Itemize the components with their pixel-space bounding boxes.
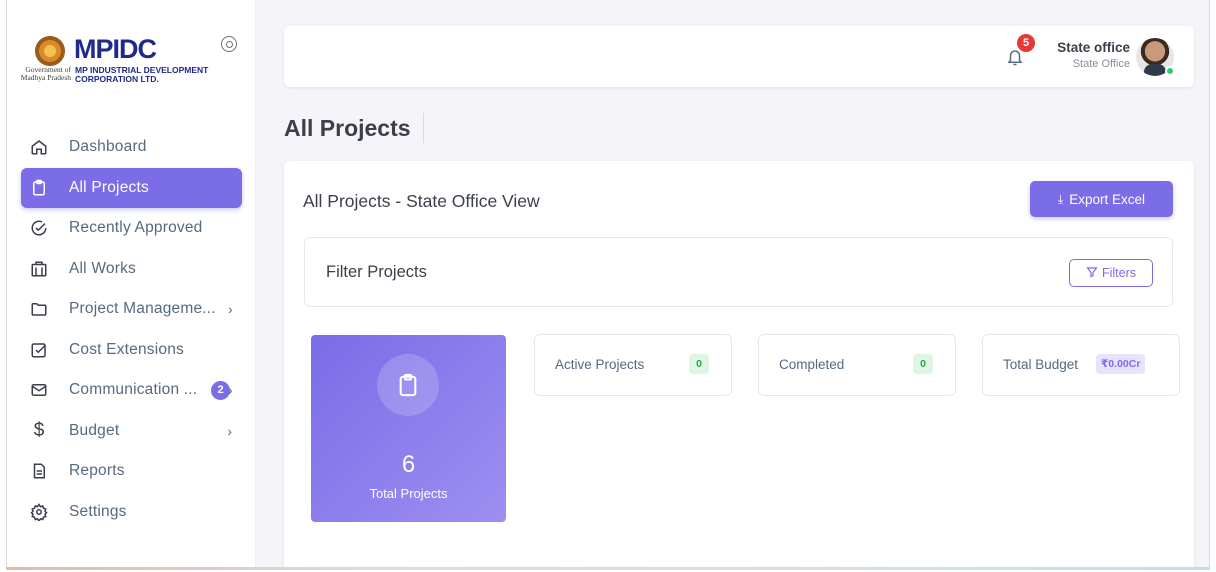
total-projects-label: Total Projects bbox=[369, 486, 448, 501]
sidebar-item-recently-approved[interactable]: Recently Approved bbox=[21, 208, 242, 249]
completed-projects-card[interactable]: Completed 0 bbox=[758, 334, 956, 396]
active-projects-card[interactable]: Active Projects 0 bbox=[534, 334, 732, 396]
sidebar-item-label: Communication ... bbox=[69, 381, 198, 399]
folder-icon bbox=[29, 299, 49, 319]
total-budget-label: Total Budget bbox=[1003, 357, 1079, 372]
sidebar-item-all-projects[interactable]: All Projects bbox=[21, 167, 242, 208]
sidebar-item-label: Reports bbox=[69, 462, 125, 480]
total-projects-card[interactable]: 6 Total Projects bbox=[311, 335, 506, 522]
filters-button[interactable]: Filters bbox=[1069, 259, 1153, 287]
sidebar: MPIDC Government of Madhya Pradesh MP IN… bbox=[7, 0, 256, 568]
page-bottom-edge bbox=[6, 567, 1210, 570]
total-budget-card[interactable]: Total Budget ₹0.00Cr bbox=[982, 334, 1180, 396]
export-excel-label: Export Excel bbox=[1069, 191, 1146, 207]
edit-square-icon bbox=[29, 340, 49, 360]
export-excel-button[interactable]: ⤓ Export Excel bbox=[1030, 181, 1173, 217]
sidebar-item-dashboard[interactable]: Dashboard bbox=[21, 127, 242, 168]
page-title: All Projects bbox=[284, 113, 424, 143]
sidebar-item-label: Recently Approved bbox=[69, 219, 203, 237]
mail-icon bbox=[29, 380, 49, 400]
app-frame: MPIDC Government of Madhya Pradesh MP IN… bbox=[6, 0, 1210, 568]
brand-logo-text: MPIDC bbox=[74, 34, 157, 64]
filter-title: Filter Projects bbox=[326, 263, 427, 281]
filters-label: Filters bbox=[1101, 266, 1137, 280]
report-icon bbox=[29, 461, 49, 481]
sidebar-item-reports[interactable]: Reports bbox=[21, 451, 242, 492]
filter-icon bbox=[1086, 266, 1098, 281]
clipboard-icon bbox=[29, 178, 49, 198]
sidebar-item-communication[interactable]: Communication ... 2 › bbox=[21, 370, 242, 411]
brand-corp-text: MP INDUSTRIAL DEVELOPMENT CORPORATION LT… bbox=[75, 66, 208, 84]
sidebar-item-label: Project Manageme... bbox=[69, 300, 216, 318]
total-projects-value: 6 bbox=[401, 451, 416, 478]
brand-corp-line2: CORPORATION LTD. bbox=[75, 74, 159, 84]
sidebar-item-settings[interactable]: Settings bbox=[21, 492, 242, 533]
download-icon: ⤓ bbox=[1057, 191, 1064, 206]
projects-card: All Projects - State Office View ⤓ Expor… bbox=[284, 161, 1194, 568]
sidebar-item-label: All Works bbox=[69, 259, 136, 277]
state-emblem-icon bbox=[35, 36, 65, 66]
chevron-right-icon: › bbox=[228, 301, 233, 318]
top-navbar: 5 State office State Office bbox=[284, 26, 1194, 87]
sidebar-menu: Dashboard All Projects Recently Approved… bbox=[21, 127, 242, 532]
online-status-dot bbox=[1165, 66, 1175, 76]
user-name: State office bbox=[1057, 40, 1130, 55]
sidebar-item-label: Cost Extensions bbox=[69, 340, 184, 358]
sidebar-item-label: Budget bbox=[69, 421, 120, 439]
completed-projects-count-badge: 0 bbox=[913, 354, 933, 374]
clipboard-icon bbox=[377, 354, 439, 416]
dollar-icon: $ bbox=[33, 419, 45, 441]
building-icon bbox=[29, 259, 49, 279]
sidebar-item-all-works[interactable]: All Works bbox=[21, 249, 242, 290]
sidebar-item-cost-extensions[interactable]: Cost Extensions bbox=[21, 330, 242, 371]
completed-projects-label: Completed bbox=[779, 357, 845, 372]
total-budget-value-badge: ₹0.00Cr bbox=[1096, 354, 1146, 374]
active-projects-label: Active Projects bbox=[555, 357, 645, 372]
sidebar-item-project-management[interactable]: Project Manageme... › bbox=[21, 289, 242, 330]
sidebar-collapse-icon[interactable] bbox=[221, 36, 237, 52]
card-title: All Projects - State Office View bbox=[303, 191, 540, 211]
sidebar-item-label: Dashboard bbox=[69, 138, 147, 156]
gear-icon bbox=[29, 502, 49, 522]
brand-gov-text: Government of Madhya Pradesh bbox=[20, 65, 71, 82]
sidebar-item-label: All Projects bbox=[69, 178, 149, 196]
sidebar-item-budget[interactable]: $ Budget › bbox=[21, 411, 242, 452]
home-icon bbox=[29, 137, 49, 157]
user-role: State Office bbox=[1072, 58, 1130, 70]
active-projects-count-badge: 0 bbox=[689, 354, 709, 374]
notification-count-badge: 5 bbox=[1017, 34, 1035, 52]
brand-logo[interactable]: MPIDC Government of Madhya Pradesh MP IN… bbox=[19, 24, 244, 94]
filter-panel: Filter Projects Filters bbox=[304, 237, 1173, 307]
check-circle-icon bbox=[29, 218, 49, 238]
chevron-right-icon: › bbox=[227, 422, 232, 439]
chevron-right-icon: › bbox=[228, 382, 233, 399]
sidebar-item-label: Settings bbox=[69, 502, 127, 520]
